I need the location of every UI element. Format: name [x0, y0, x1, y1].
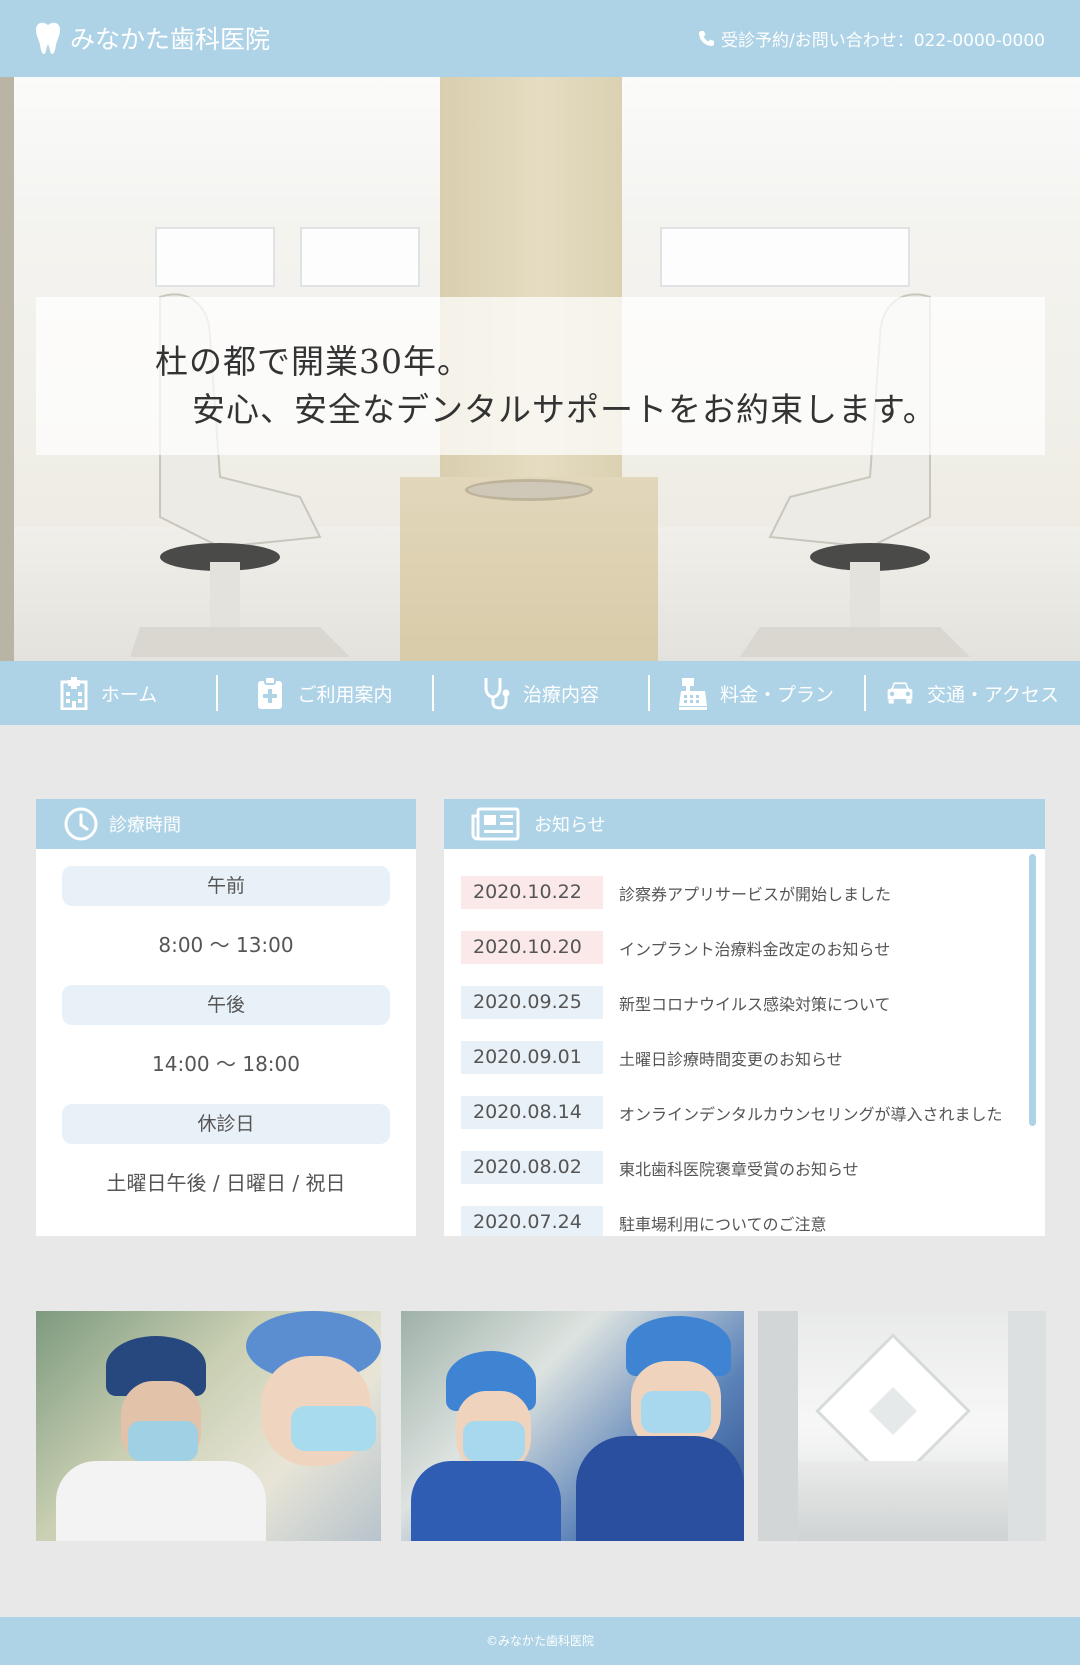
- news-date: 2020.09.25: [461, 986, 603, 1019]
- closed-days: 土曜日午後 / 日曜日 / 祝日: [106, 1171, 346, 1195]
- hero-subheadline: 安心、安全なデンタルサポートをお約束します。: [192, 390, 937, 429]
- news-panel-header: お知らせ: [444, 799, 1045, 849]
- photo-dental-team: [401, 1311, 744, 1541]
- news-date: 2020.09.01: [461, 1041, 603, 1074]
- news-headline[interactable]: 駐車場利用についてのご注意: [603, 1211, 827, 1235]
- nav-item-home[interactable]: ホーム: [0, 661, 216, 725]
- news-item[interactable]: 2020.07.24 駐車場利用についてのご注意: [461, 1195, 1045, 1236]
- afternoon-time: 14:00 〜 18:00: [152, 1052, 300, 1076]
- hours-title: 診療時間: [109, 815, 181, 836]
- news-headline[interactable]: 新型コロナウイルス感染対策について: [603, 991, 891, 1015]
- contact-info[interactable]: 受診予約/お問い合わせ：022-0000-0000: [698, 26, 1045, 51]
- newspaper-icon: [471, 807, 520, 841]
- news-headline[interactable]: 土曜日診療時間変更のお知らせ: [603, 1046, 843, 1070]
- nav-label: 治療内容: [522, 683, 599, 706]
- news-date: 2020.08.14: [461, 1096, 603, 1129]
- contact-text: 受診予約/お問い合わせ：022-0000-0000: [721, 31, 1045, 51]
- news-panel: お知らせ 2020.10.22 診察券アプリサービスが開始しました 2020.1…: [444, 799, 1045, 1236]
- phone-icon: [699, 31, 715, 46]
- tooth-icon: [36, 22, 60, 54]
- stethoscope-icon: [484, 678, 510, 710]
- copyright: ©みなかた歯科医院: [485, 1634, 594, 1648]
- news-scrollbar[interactable]: [1029, 854, 1036, 1126]
- morning-time: 8:00 〜 13:00: [158, 933, 294, 957]
- news-headline[interactable]: インプラント治療料金改定のお知らせ: [603, 936, 890, 960]
- nav-item-guide[interactable]: ご利用案内: [216, 661, 432, 725]
- clinic-name: みなかた歯科医院: [70, 25, 271, 54]
- hours-panel: 診療時間 午前 8:00 〜 13:00 午後 14:00 〜 18:00 休診…: [36, 799, 416, 1236]
- nav-item-treatment[interactable]: 治療内容: [432, 661, 648, 725]
- clock-icon: [64, 807, 98, 841]
- news-item[interactable]: 2020.08.02 東北歯科医院褒章受賞のお知らせ: [461, 1140, 1045, 1195]
- photo-clinic-skylight: [758, 1311, 1046, 1541]
- clipboard-icon: [258, 676, 283, 709]
- news-date: 2020.10.20: [461, 931, 603, 964]
- news-title: お知らせ: [534, 815, 606, 836]
- site-header: みなかた歯科医院 受診予約/お問い合わせ：022-0000-0000: [0, 0, 1080, 77]
- afternoon-label: 午後: [62, 985, 390, 1025]
- hours-panel-header: 診療時間: [36, 799, 416, 849]
- main-nav: ホーム ご利用案内 治療内容 料金・プラン 交通・アクセス: [0, 661, 1080, 725]
- news-headline[interactable]: 東北歯科医院褒章受賞のお知らせ: [603, 1156, 859, 1180]
- nav-label: 料金・プラン: [719, 683, 834, 706]
- nav-label: ご利用案内: [297, 683, 393, 706]
- news-item[interactable]: 2020.09.01 土曜日診療時間変更のお知らせ: [461, 1030, 1045, 1085]
- hero-headline: 杜の都で開業30年。: [155, 342, 471, 381]
- cash-register-icon: [678, 678, 707, 710]
- closed-label: 休診日: [62, 1104, 390, 1144]
- nav-label: ホーム: [100, 683, 158, 706]
- morning-label: 午前: [62, 866, 390, 906]
- news-headline[interactable]: オンラインデンタルカウンセリングが導入されました: [603, 1101, 1003, 1125]
- hero-image: 杜の都で開業30年。 安心、安全なデンタルサポートをお約束します。: [0, 77, 1080, 661]
- news-list[interactable]: 2020.10.22 診察券アプリサービスが開始しました 2020.10.20 …: [444, 849, 1045, 1236]
- news-item[interactable]: 2020.08.14 オンラインデンタルカウンセリングが導入されました: [461, 1085, 1045, 1140]
- news-date: 2020.10.22: [461, 876, 603, 909]
- photo-dentist-treatment: [36, 1311, 381, 1541]
- news-item[interactable]: 2020.10.20 インプラント治療料金改定のお知らせ: [461, 920, 1045, 975]
- news-date: 2020.08.02: [461, 1151, 603, 1184]
- logo[interactable]: みなかた歯科医院: [34, 20, 270, 56]
- nav-item-pricing[interactable]: 料金・プラン: [648, 661, 864, 725]
- nav-item-access[interactable]: 交通・アクセス: [864, 661, 1080, 725]
- news-item[interactable]: 2020.09.25 新型コロナウイルス感染対策について: [461, 975, 1045, 1030]
- nav-label: 交通・アクセス: [926, 683, 1060, 706]
- news-item[interactable]: 2020.10.22 診察券アプリサービスが開始しました: [461, 865, 1045, 920]
- hospital-icon: [60, 677, 88, 710]
- car-icon: [887, 682, 913, 704]
- site-footer: ©みなかた歯科医院: [0, 1617, 1080, 1665]
- news-headline[interactable]: 診察券アプリサービスが開始しました: [603, 881, 891, 905]
- news-date: 2020.07.24: [461, 1206, 603, 1236]
